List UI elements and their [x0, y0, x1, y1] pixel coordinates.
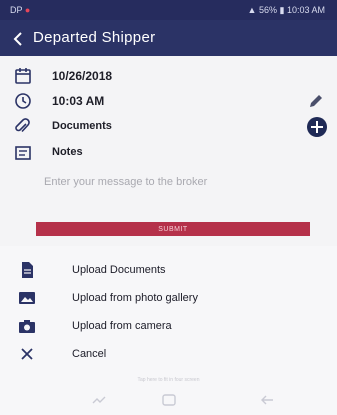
clock: 10:03 AM — [286, 5, 325, 15]
upload-options-sheet: Upload Documents Upload from photo galle… — [0, 246, 337, 415]
home-icon[interactable] — [160, 393, 178, 407]
submit-button[interactable]: SUBMIT — [36, 222, 310, 236]
time-row[interactable]: 10:03 AM — [0, 87, 337, 115]
battery-level: 56% — [258, 5, 277, 15]
upload-camera-option[interactable]: Upload from camera — [0, 312, 337, 340]
signal-icon: ▲ — [247, 5, 257, 15]
cancel-label: Cancel — [72, 348, 107, 360]
date-row[interactable]: 10/26/2018 — [0, 62, 337, 90]
back-nav-icon[interactable] — [258, 393, 276, 407]
back-button[interactable] — [8, 24, 30, 52]
camera-icon — [19, 320, 35, 333]
app-header: Departed Shipper — [0, 20, 337, 56]
back-arrow-icon — [13, 32, 22, 46]
navigation-bar — [0, 389, 337, 411]
upload-gallery-option[interactable]: Upload from photo gallery — [0, 284, 337, 312]
cancel-option[interactable]: Cancel — [0, 340, 337, 368]
page-title: Departed Shipper — [33, 29, 156, 46]
edit-pencil-icon[interactable] — [307, 92, 325, 110]
status-right: ▲ 56% ▮ 10:03 AM — [248, 5, 325, 16]
upload-documents-option[interactable]: Upload Documents — [0, 256, 337, 284]
date-value: 10/26/2018 — [52, 69, 113, 83]
message-input[interactable] — [40, 170, 318, 194]
sheet-hint: Tap here to fit in four screen — [137, 377, 200, 383]
documents-label: Documents — [52, 120, 112, 132]
recent-apps-icon[interactable] — [90, 393, 108, 407]
upload-camera-label: Upload from camera — [72, 320, 172, 332]
status-left-text: DP — [10, 5, 23, 15]
clock-icon — [15, 93, 31, 109]
status-left: DP ● — [10, 5, 30, 15]
notes-row: Notes — [0, 139, 337, 167]
battery-icon: ▮ — [279, 5, 285, 15]
status-bar: DP ● ▲ 56% ▮ 10:03 AM — [0, 0, 337, 20]
calendar-icon — [15, 68, 31, 84]
close-icon — [21, 348, 33, 360]
documents-row[interactable]: Documents — [0, 113, 337, 141]
upload-gallery-label: Upload from photo gallery — [72, 292, 198, 304]
gallery-icon — [19, 292, 35, 304]
event-form: 10/26/2018 10:03 AM Documents Notes SUBM… — [0, 56, 337, 246]
notification-icon: ● — [24, 5, 31, 15]
notes-label: Notes — [52, 146, 83, 158]
upload-documents-label: Upload Documents — [72, 264, 166, 276]
notes-icon — [15, 146, 31, 160]
document-icon — [22, 262, 33, 278]
paperclip-icon — [15, 118, 30, 133]
time-value: 10:03 AM — [52, 94, 105, 108]
add-document-button[interactable] — [307, 117, 327, 137]
